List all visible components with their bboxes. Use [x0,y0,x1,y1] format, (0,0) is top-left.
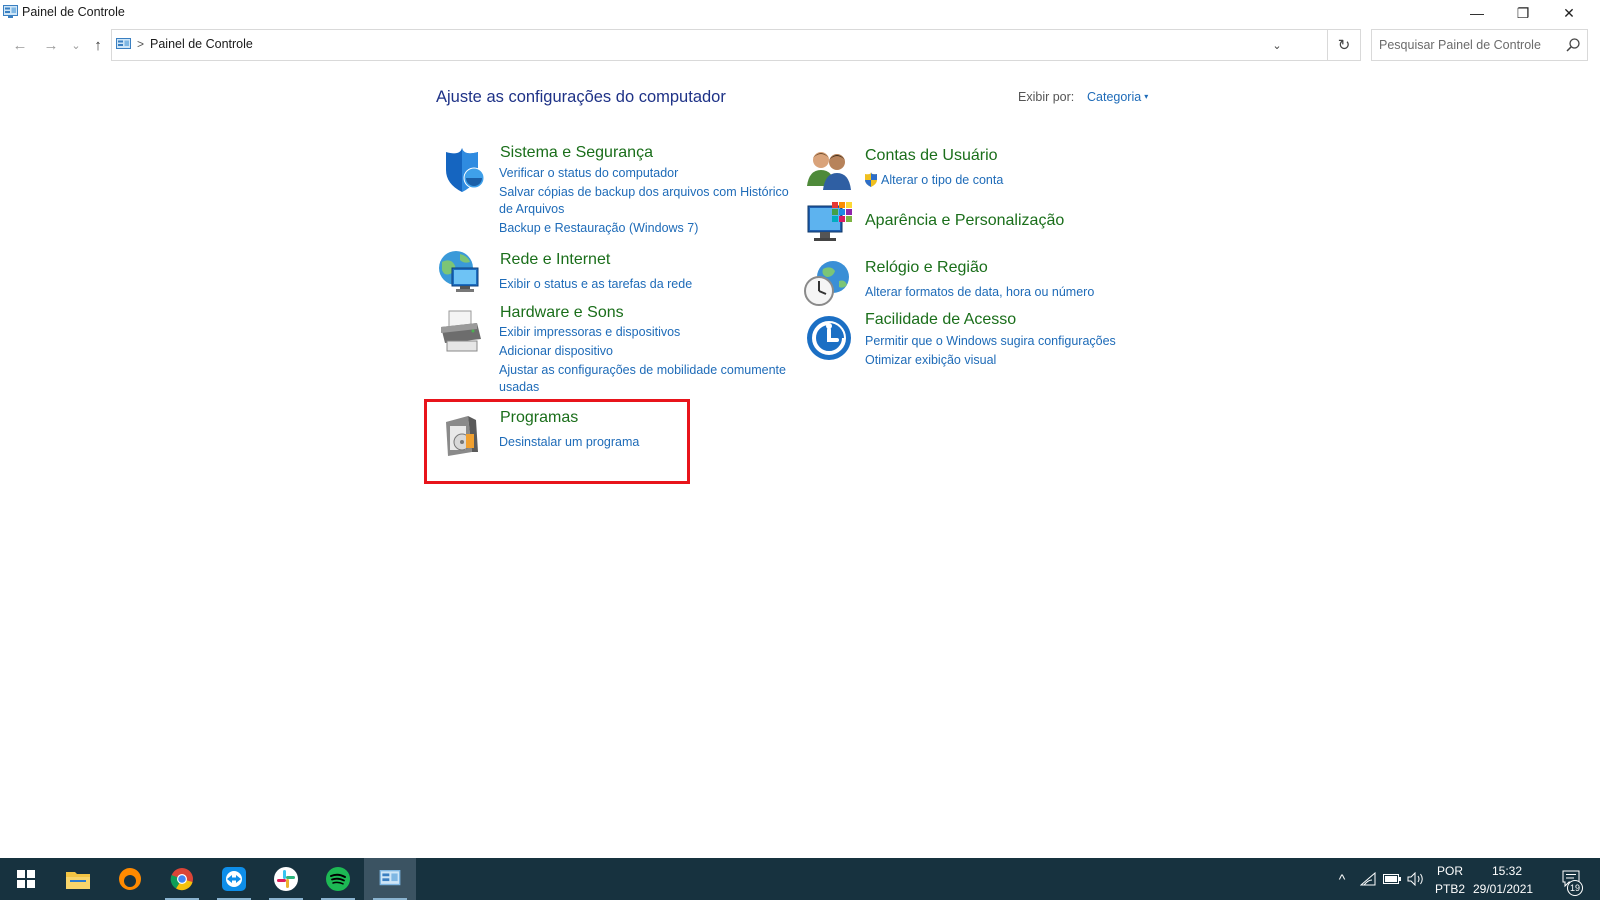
breadcrumb-control-panel[interactable]: Painel de Controle [150,37,253,51]
minimize-button[interactable]: — [1454,0,1500,26]
programs-highlight-box [424,399,690,484]
category-ease-of-access[interactable]: Facilidade de Acesso [865,311,1016,329]
chevron-down-icon[interactable]: ▾ [1144,92,1148,101]
search-box[interactable] [1371,29,1588,61]
clock-time[interactable]: 15:32 [1492,864,1522,878]
volume-tray-button[interactable] [1404,858,1428,900]
control-panel-icon[interactable] [379,870,401,888]
input-language-top[interactable]: POR [1437,864,1463,878]
windows-start-icon[interactable] [17,870,35,888]
category-hardware-sound[interactable]: Hardware e Sons [500,304,624,322]
taskbar-file-explorer[interactable] [52,858,104,900]
window-title: Painel de Controle [22,5,125,19]
spotify-icon[interactable] [326,867,350,891]
clock-date[interactable]: 29/01/2021 [1473,882,1533,896]
file-explorer-icon[interactable] [66,869,90,889]
taskbar: ^ POR PTB2 15:32 29/01/2021 19 [0,858,1600,900]
search-input[interactable] [1372,30,1557,60]
link-change-account-type[interactable]: Alterar o tipo de conta [881,172,1003,189]
speaker-icon[interactable] [1407,872,1425,886]
battery-tray-button[interactable] [1380,858,1404,900]
close-button[interactable]: ✕ [1546,0,1592,26]
uac-shield-icon [865,172,877,187]
title-bar: Painel de Controle — ❐ ✕ [0,0,1600,26]
maximize-button[interactable]: ❐ [1500,0,1546,26]
view-by-label: Exibir por: [1018,90,1075,104]
firefox-icon[interactable] [118,867,142,891]
taskbar-spotify[interactable] [312,858,364,900]
category-clock-region[interactable]: Relógio e Região [865,259,988,277]
link-network-status[interactable]: Exibir o status e as tarefas da rede [499,276,692,293]
battery-icon[interactable] [1383,874,1401,884]
ease-of-access-icon[interactable] [805,314,853,362]
search-icon[interactable] [1565,37,1581,53]
chrome-icon[interactable] [170,867,194,891]
view-by-dropdown[interactable]: Categoria ▾ [1087,90,1148,104]
control-panel-icon [116,38,131,49]
refresh-button[interactable]: ↻ [1327,29,1361,61]
category-network-internet[interactable]: Rede e Internet [500,251,610,269]
shield-icon[interactable] [438,146,486,194]
breadcrumb-separator[interactable]: > [137,37,144,51]
category-user-accounts[interactable]: Contas de Usuário [865,147,998,165]
control-panel-window: Painel de Controle — ❐ ✕ ← → ⌄ ↑ > Paine… [0,0,1600,900]
control-panel-icon [3,5,18,18]
category-system-security[interactable]: Sistema e Segurança [500,144,653,162]
clock-globe-icon[interactable] [803,259,851,307]
recent-locations-button[interactable]: ⌄ [66,35,86,55]
users-icon[interactable] [805,146,853,194]
slack-icon[interactable] [274,867,298,891]
show-hidden-icons-button[interactable]: ^ [1330,858,1354,900]
link-check-computer-status[interactable]: Verificar o status do computador [499,165,678,182]
page-heading: Ajuste as configurações do computador [436,88,726,106]
taskbar-firefox[interactable] [104,858,156,900]
category-appearance-personalization[interactable]: Aparência e Personalização [865,212,1064,230]
input-language-bottom[interactable]: PTB2 [1435,882,1465,896]
address-dropdown-button[interactable]: ⌄ [1267,35,1287,55]
wifi-icon[interactable] [1360,872,1376,886]
taskbar-teamviewer[interactable] [208,858,260,900]
navigation-bar: ← → ⌄ ↑ > Painel de Controle ⌄ ↻ [0,29,1600,61]
link-file-history-backup[interactable]: Salvar cópias de backup dos arquivos com… [499,184,789,201]
forward-button[interactable]: → [41,35,61,55]
address-bar[interactable]: > Painel de Controle ⌄ [111,29,1328,61]
teamviewer-icon[interactable] [222,867,246,891]
view-by-value[interactable]: Categoria [1087,90,1141,104]
back-button[interactable]: ← [10,35,30,55]
start-button[interactable] [0,858,52,900]
notification-count-badge: 19 [1567,880,1583,896]
link-add-device[interactable]: Adicionar dispositivo [499,343,613,360]
link-optimize-visual-display[interactable]: Otimizar exibição visual [865,352,996,369]
link-view-devices-printers[interactable]: Exibir impressoras e dispositivos [499,324,680,341]
taskbar-control-panel[interactable] [364,858,416,900]
link-mobility-settings-cont[interactable]: usadas [499,379,539,396]
link-mobility-settings[interactable]: Ajustar as configurações de mobilidade c… [499,362,786,379]
network-icon[interactable] [436,248,484,296]
printer-icon[interactable] [437,307,485,355]
taskbar-chrome[interactable] [156,858,208,900]
taskbar-slack[interactable] [260,858,312,900]
appearance-icon[interactable] [806,200,854,248]
up-button[interactable]: ↑ [88,35,108,55]
link-backup-restore[interactable]: Backup e Restauração (Windows 7) [499,220,698,237]
link-file-history-backup-cont[interactable]: de Arquivos [499,201,564,218]
network-tray-button[interactable] [1356,858,1380,900]
link-change-date-formats[interactable]: Alterar formatos de data, hora ou número [865,284,1094,301]
link-windows-suggest-settings[interactable]: Permitir que o Windows sugira configuraç… [865,333,1116,350]
